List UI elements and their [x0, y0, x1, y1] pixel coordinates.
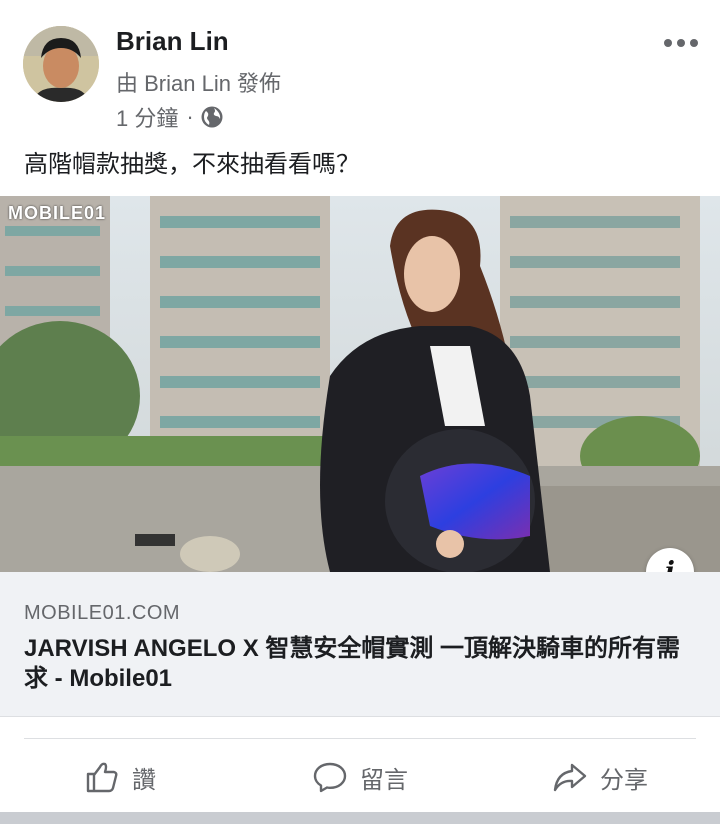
- link-domain: MOBILE01.COM: [24, 602, 181, 624]
- more-dot: [677, 39, 685, 47]
- meta-separator: ·: [186, 104, 194, 129]
- mobile01-watermark: MOBILE01: [8, 203, 107, 223]
- action-bar: 讚 留言 分享: [0, 746, 720, 808]
- link-preview-image[interactable]: [0, 196, 720, 572]
- thumbs-up-icon: [86, 762, 118, 793]
- share-icon: [553, 763, 587, 792]
- divider: [24, 738, 696, 739]
- more-dot: [664, 39, 672, 47]
- posted-by-label: 由 Brian Lin 發佈: [116, 71, 282, 96]
- comment-icon: [313, 762, 347, 793]
- post-header: Brian Lin 由 Brian Lin 發佈 1 分鐘 · 高階帽款抽獎，不…: [0, 0, 720, 178]
- like-button[interactable]: 讚: [0, 746, 240, 808]
- comment-label: 留言: [360, 766, 408, 794]
- more-options-icon[interactable]: [664, 32, 698, 54]
- helmet-photo: [0, 196, 720, 572]
- post-meta: 1 分鐘 ·: [116, 101, 224, 133]
- post-text: 高階帽款抽獎，不來抽看看嗎？: [24, 151, 360, 178]
- post-time[interactable]: 1 分鐘: [116, 101, 178, 133]
- comment-button[interactable]: 留言: [240, 746, 480, 808]
- bottom-separator: [0, 812, 720, 824]
- like-label: 讚: [132, 766, 156, 794]
- link-title[interactable]: JARVISH ANGELO X 智慧安全帽實測 一頂解決騎車的所有需求 - M…: [24, 634, 694, 694]
- more-dot: [690, 39, 698, 47]
- author-name[interactable]: Brian Lin: [116, 26, 229, 57]
- globe-icon: [201, 106, 223, 128]
- avatar-photo: [23, 26, 99, 102]
- share-button[interactable]: 分享: [480, 746, 720, 808]
- avatar[interactable]: [23, 26, 99, 102]
- share-label: 分享: [600, 766, 648, 794]
